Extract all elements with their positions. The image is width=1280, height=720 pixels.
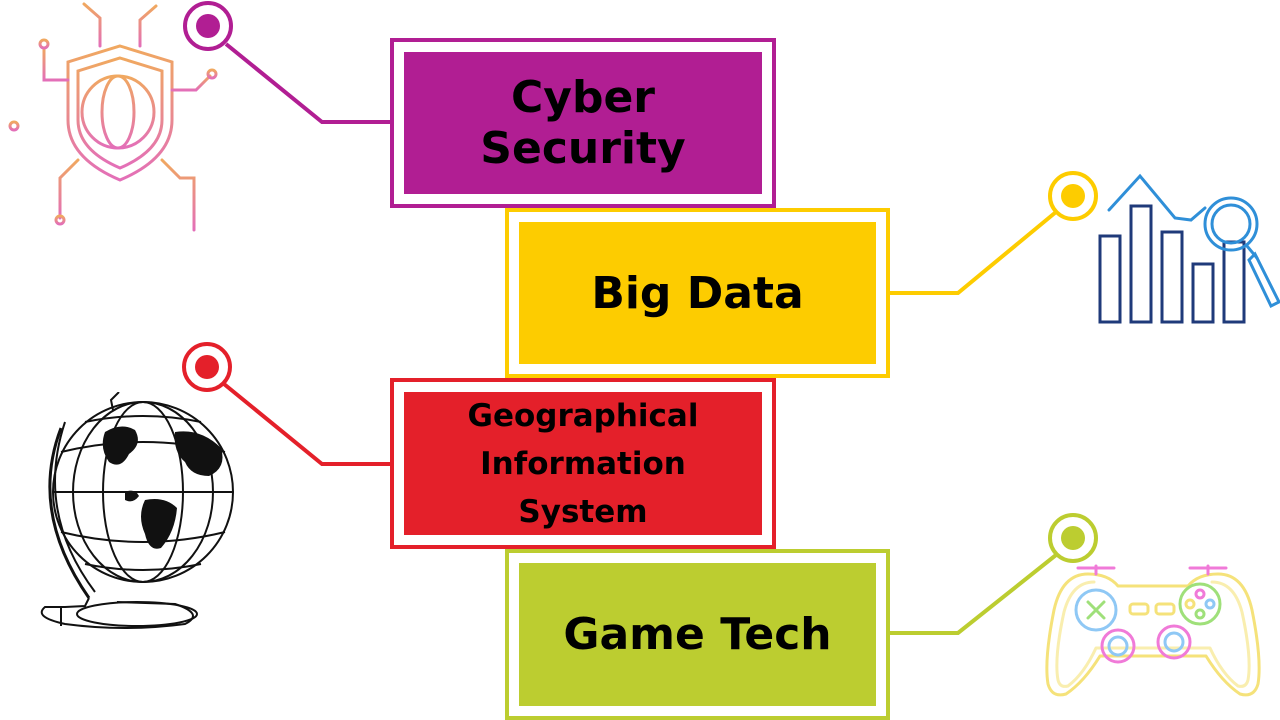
- shield-globe-circuit-icon: [2, 2, 234, 232]
- topic-label-line: System: [518, 493, 648, 530]
- bar-chart-magnifier-icon: [1098, 173, 1280, 324]
- topic-label-cyber: Cyber Security: [404, 52, 762, 194]
- topic-box-game: Game Tech: [505, 549, 890, 720]
- topic-label-game: Game Tech: [519, 563, 876, 706]
- topic-label-line: Information: [480, 445, 686, 482]
- topic-label-gis: Geographical Information System: [404, 392, 762, 535]
- gamepad-neon-icon: [1045, 564, 1261, 697]
- topic-label-line: Big Data: [591, 267, 804, 319]
- topic-label-bigdata: Big Data: [519, 222, 876, 364]
- topic-box-gis: Geographical Information System: [390, 378, 776, 549]
- topic-label-line: Game Tech: [563, 609, 832, 660]
- diagram-canvas: Cyber Security Big Data Geographical Inf…: [0, 0, 1280, 720]
- topic-label-line: Geographical: [467, 397, 699, 434]
- globe-icon: [40, 392, 234, 629]
- topic-box-cyber: Cyber Security: [390, 38, 776, 208]
- topic-box-bigdata: Big Data: [505, 208, 890, 378]
- connector-bigdata: [888, 171, 1098, 295]
- topic-label-line: Cyber Security: [480, 72, 686, 174]
